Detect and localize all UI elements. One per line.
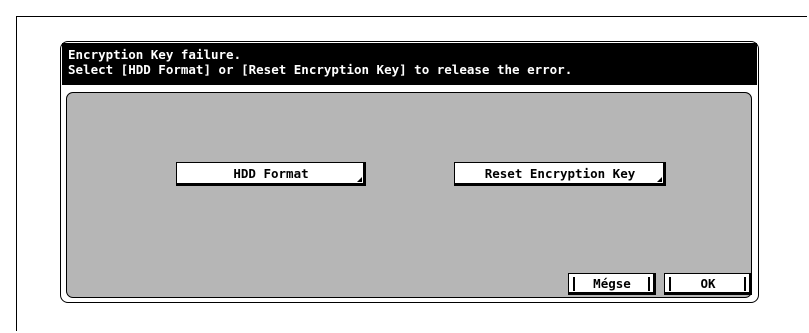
hdd-format-label: HDD Format <box>233 166 309 181</box>
error-message-line-1: Encryption Key failure. <box>68 47 242 62</box>
dialog-header: Encryption Key failure. Select [HDD Form… <box>62 43 757 85</box>
ok-button[interactable]: OK <box>664 273 752 295</box>
submenu-corner-icon <box>657 177 662 182</box>
reset-encryption-key-button[interactable]: Reset Encryption Key <box>454 162 666 186</box>
cancel-label: Mégse <box>593 276 631 291</box>
ok-label: OK <box>700 276 716 291</box>
error-message-line-2: Select [HDD Format] or [Reset Encryption… <box>68 62 573 77</box>
cancel-button[interactable]: Mégse <box>568 273 656 295</box>
reset-encryption-key-label: Reset Encryption Key <box>484 166 636 181</box>
dialog-content-area <box>66 92 752 298</box>
hdd-format-button[interactable]: HDD Format <box>176 162 366 186</box>
submenu-corner-icon <box>357 177 362 182</box>
